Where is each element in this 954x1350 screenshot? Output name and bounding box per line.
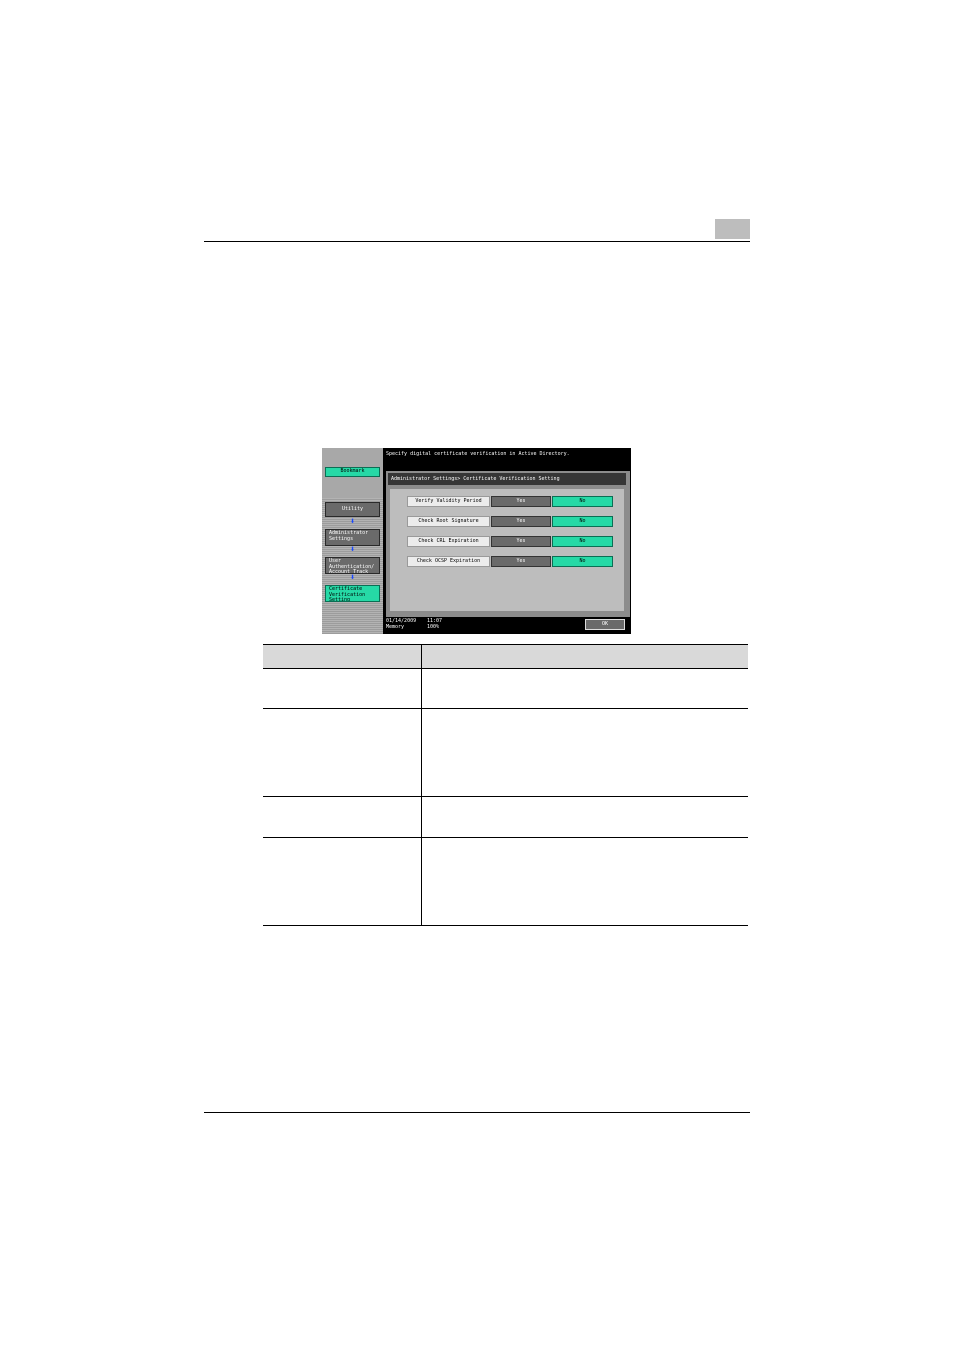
sidebar-item-user-authentication[interactable]: User Authentication/ Account Track [325,557,380,574]
sidebar-item-certificate-verification[interactable]: Certificate Verification Setting [325,585,380,602]
table-header [263,644,748,669]
table-row [263,668,748,709]
settings-list: Verify Validity Period Yes No Check Root… [390,489,624,611]
yes-button[interactable]: Yes [491,496,551,507]
arrow-down-icon: ⬇ [350,575,356,581]
yes-button[interactable]: Yes [491,556,551,567]
no-button[interactable]: No [552,556,613,567]
yes-button[interactable]: Yes [491,536,551,547]
bookmark-button[interactable]: Bookmark [325,467,380,477]
setting-label: Verify Validity Period [407,496,490,507]
column-divider [421,644,422,926]
no-button[interactable]: No [552,496,613,507]
control-panel-screenshot: Bookmark Utility ⬇ Administrator Setting… [322,448,631,634]
table-row [263,797,748,838]
status-bar: 01/14/2009 Memory 11:07 100% [386,618,506,630]
breadcrumb: Administrator Settings> Certificate Veri… [388,473,626,485]
description-table [263,644,748,926]
no-button[interactable]: No [552,536,613,547]
no-button[interactable]: No [552,516,613,527]
setting-label: Check OCSP Expiration [407,556,490,567]
settings-area: Administrator Settings> Certificate Veri… [386,471,630,617]
sidebar-item-utility[interactable]: Utility [325,502,380,517]
yes-button[interactable]: Yes [491,516,551,527]
arrow-down-icon: ⬇ [350,547,356,553]
instruction-message: Specify digital certificate verification… [386,451,570,457]
sidebar: Bookmark Utility ⬇ Administrator Setting… [322,448,383,634]
sidebar-item-administrator-settings[interactable]: Administrator Settings [325,529,380,546]
memory-value: 100% [427,623,440,630]
memory-label: Memory [386,623,405,630]
ok-button[interactable]: OK [585,619,625,630]
table-row [263,838,748,926]
footer-rule [204,1112,750,1113]
header-rule [204,241,750,242]
arrow-down-icon: ⬇ [350,519,356,525]
setting-label: Check CRL Expiration [407,536,490,547]
setting-label: Check Root Signature [407,516,490,527]
table-row [263,709,748,797]
chapter-tab [715,219,750,239]
